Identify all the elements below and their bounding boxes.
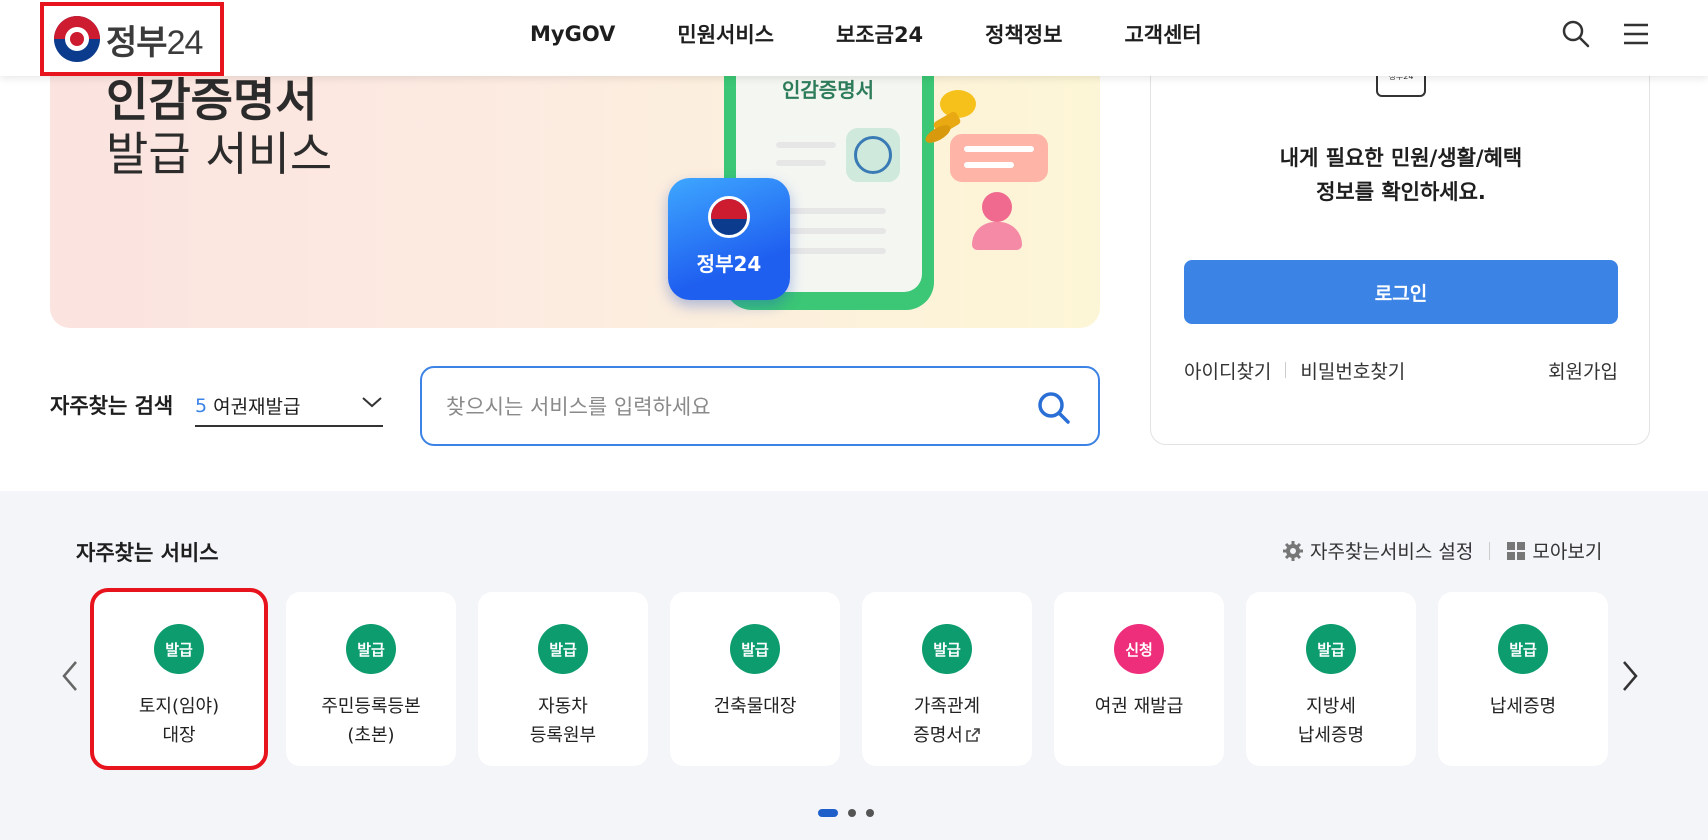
page-dot-3[interactable]: [866, 809, 874, 817]
chat-bubble-icon: [950, 134, 1048, 182]
service-name: 자동차 등록원부: [529, 696, 597, 746]
service-card-tax-certificate[interactable]: 발급 납세증명: [1438, 592, 1608, 766]
find-password-link[interactable]: 비밀번호찾기: [1300, 357, 1405, 384]
carousel-pagination: [818, 809, 874, 817]
page-dot-2[interactable]: [848, 809, 856, 817]
nav-subsidy24[interactable]: 보조금24: [836, 19, 923, 49]
login-button[interactable]: 로그인: [1184, 260, 1618, 324]
service-card-family-certificate[interactable]: 발급 가족관계 증명서: [862, 592, 1032, 766]
site-header: 정부24 MyGOV 민원서비스 보조금24 정책정보 고객센터: [0, 0, 1708, 76]
service-search-box: [420, 366, 1100, 446]
logo-text: 정부24: [106, 23, 203, 62]
issue-badge: 발급: [1306, 624, 1356, 674]
signup-link[interactable]: 회원가입: [1548, 357, 1618, 384]
gear-icon: [1283, 540, 1303, 561]
service-name: 지방세 납세증명: [1297, 696, 1365, 746]
person-icon: [982, 192, 1012, 222]
chevron-left-icon[interactable]: [58, 658, 82, 694]
nav-civil-service[interactable]: 민원서비스: [677, 19, 774, 49]
service-card-list: 발급 토지(임야) 대장 발급 주민등록등본 (초본) 발급 자동차 등록원부 발급 …: [90, 588, 1608, 770]
service-name: 건축물대장: [713, 696, 797, 717]
nav-policy-info[interactable]: 정책정보: [985, 19, 1062, 49]
service-name: 주민등록등본 (초본): [321, 696, 421, 746]
page-dot-1[interactable]: [818, 809, 838, 817]
frequent-services-section: 자주찾는 서비스 자주찾는서비스 설정 모아보기 발급 토지(임야) 대장 발급…: [0, 491, 1708, 840]
find-id-link[interactable]: 아이디찾기: [1184, 357, 1271, 384]
grid-icon: [1507, 541, 1526, 560]
chevron-right-icon[interactable]: [1618, 658, 1642, 694]
frequent-search-rank: 5: [195, 394, 208, 417]
login-card: 정부24 내게 필요한 민원/생활/혜택 정보를 확인하세요. 로그인 아이디찾…: [1150, 40, 1650, 445]
service-card-passport-reissue[interactable]: 신청 여권 재발급: [1054, 592, 1224, 766]
service-name: 여권 재발급: [1094, 696, 1184, 717]
search-submit-icon[interactable]: [1034, 388, 1074, 428]
main-nav: MyGOV 민원서비스 보조금24 정책정보 고객센터: [530, 0, 1202, 68]
seal-icon: [846, 128, 900, 182]
service-card-building-register[interactable]: 발급 건축물대장: [670, 592, 840, 766]
external-link-icon: [966, 728, 980, 742]
services-toolbar: 자주찾는서비스 설정 모아보기: [1282, 537, 1602, 564]
view-all-button[interactable]: 모아보기: [1506, 537, 1602, 564]
hero-banner[interactable]: 인감증명서 발급 서비스 인감증명서 정부24: [50, 50, 1100, 328]
gov24-app-icon: 정부24: [668, 178, 790, 300]
hero-subtitle: 발급 서비스: [106, 127, 333, 181]
frequent-search-value: 여권재발급: [213, 396, 301, 418]
service-settings-button[interactable]: 자주찾는서비스 설정: [1282, 537, 1473, 564]
service-card-land-register[interactable]: 발급 토지(임야) 대장: [90, 588, 268, 770]
account-links: 아이디찾기 비밀번호찾기 회원가입: [1184, 355, 1618, 385]
search-icon[interactable]: [1560, 18, 1592, 50]
service-card-vehicle-register[interactable]: 발급 자동차 등록원부: [478, 592, 648, 766]
gov24-logo[interactable]: 정부24: [40, 2, 224, 76]
issue-badge: 발급: [1498, 624, 1548, 674]
taegeuk-logo-icon: [54, 16, 100, 62]
issue-badge: 발급: [538, 624, 588, 674]
service-name: 납세증명: [1489, 696, 1557, 717]
issue-badge: 발급: [154, 624, 204, 674]
chevron-down-icon: [362, 397, 382, 408]
login-message: 내게 필요한 민원/생활/혜택 정보를 확인하세요.: [1279, 146, 1523, 204]
frequent-search-label: 자주찾는 검색: [50, 394, 174, 418]
service-name: 토지(임야) 대장: [138, 696, 220, 746]
issue-badge: 발급: [346, 624, 396, 674]
menu-icon[interactable]: [1620, 18, 1652, 50]
issue-badge: 발급: [922, 624, 972, 674]
nav-customer-center[interactable]: 고객센터: [1124, 19, 1201, 49]
service-search-input[interactable]: [446, 390, 1006, 424]
issue-badge: 발급: [730, 624, 780, 674]
link-separator: [1285, 362, 1287, 378]
section-title: 자주찾는 서비스: [76, 541, 219, 565]
phone-doc-title: 인감증명서: [782, 78, 874, 102]
nav-mygov[interactable]: MyGOV: [530, 22, 615, 46]
frequent-search-dropdown[interactable]: 5 여권재발급: [195, 386, 383, 427]
service-card-resident-register[interactable]: 발급 주민등록등본 (초본): [286, 592, 456, 766]
service-card-local-tax-certificate[interactable]: 발급 지방세 납세증명: [1246, 592, 1416, 766]
service-name: 가족관계 증명서: [913, 696, 981, 746]
toolbar-separator: [1489, 541, 1491, 560]
apply-badge: 신청: [1114, 624, 1164, 674]
